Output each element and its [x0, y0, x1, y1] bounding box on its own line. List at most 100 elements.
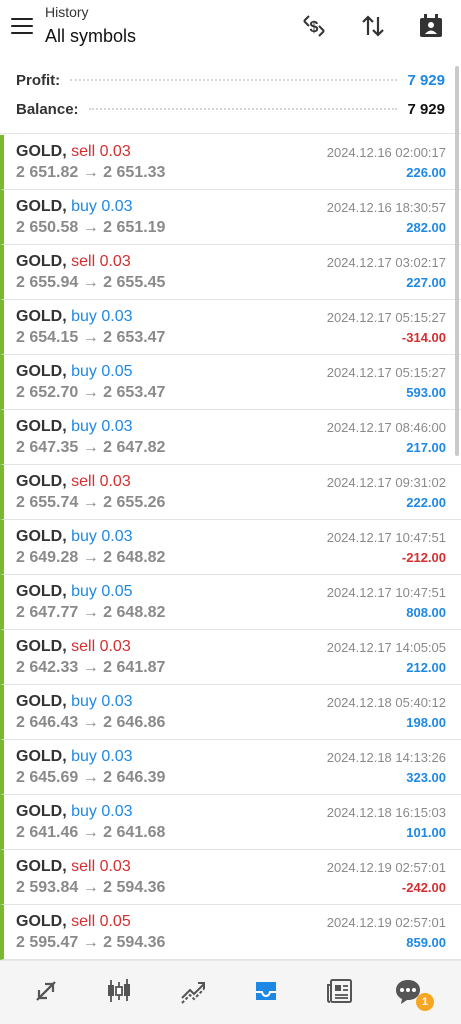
deal-title: GOLD, buy 0.03	[16, 527, 133, 547]
deal-title: GOLD, buy 0.05	[16, 362, 133, 382]
chart-icon[interactable]	[97, 969, 141, 1013]
deal-symbol: GOLD,	[16, 418, 67, 435]
deal-prices: 2 649.28 → 2 648.82	[16, 549, 166, 566]
header-title[interactable]: All symbols	[45, 24, 136, 48]
calendar-icon[interactable]	[415, 10, 447, 42]
deal-type: buy 0.03	[71, 418, 133, 435]
deal-profit: 222.00	[406, 495, 446, 510]
deal-title: GOLD, buy 0.03	[16, 197, 133, 217]
deals-list[interactable]: GOLD, sell 0.03 2 651.82 → 2 651.33 2024.1…	[0, 135, 461, 960]
deal-symbol: GOLD,	[16, 858, 67, 875]
deal-row[interactable]: GOLD, sell 0.05 2 595.47 → 2 594.36 2024.1…	[0, 905, 461, 960]
deal-symbol: GOLD,	[16, 913, 67, 930]
deal-row[interactable]: GOLD, buy 0.03 2 649.28 → 2 648.82 2024.12…	[0, 520, 461, 575]
deal-profit: -314.00	[401, 330, 446, 345]
deal-prices: 2 645.69 → 2 646.39	[16, 769, 166, 786]
deal-profit: 282.00	[406, 220, 446, 235]
profit-label: Profit:	[16, 71, 61, 89]
deal-profit: 212.00	[406, 660, 446, 675]
deal-title: GOLD, buy 0.03	[16, 417, 133, 437]
balance-value: 7 929	[407, 100, 445, 118]
deal-row[interactable]: GOLD, buy 0.05 2 652.70 → 2 653.47 2024.12…	[0, 355, 461, 410]
deal-title: GOLD, sell 0.05	[16, 912, 131, 932]
deal-profit: 808.00	[406, 605, 446, 620]
svg-text:$: $	[310, 19, 319, 36]
chat-icon[interactable]: 1	[386, 969, 434, 1013]
profit-value: 7 929	[407, 71, 445, 89]
deal-prices: 2 652.70 → 2 653.47	[16, 384, 166, 401]
balance-label: Balance:	[16, 100, 79, 118]
deal-row[interactable]: GOLD, sell 0.03 2 651.82 → 2 651.33 2024.1…	[0, 135, 461, 190]
deal-symbol: GOLD,	[16, 143, 67, 160]
deal-row[interactable]: GOLD, sell 0.03 2 655.94 → 2 655.45 2024.1…	[0, 245, 461, 300]
deal-title: GOLD, buy 0.03	[16, 802, 133, 822]
deal-row[interactable]: GOLD, sell 0.03 2 655.74 → 2 655.26 2024.1…	[0, 465, 461, 520]
deal-profit: 198.00	[406, 715, 446, 730]
deal-prices: 2 655.74 → 2 655.26	[16, 494, 166, 511]
account-summary: Profit: 7 929 Balance: 7 929	[0, 62, 461, 134]
deal-symbol: GOLD,	[16, 583, 67, 600]
deal-row[interactable]: GOLD, buy 0.03 2 641.46 → 2 641.68 2024.12…	[0, 795, 461, 850]
deal-prices: 2 650.58 → 2 651.19	[16, 219, 166, 236]
deal-symbol: GOLD,	[16, 528, 67, 545]
deal-type: buy 0.03	[71, 308, 133, 325]
deal-symbol: GOLD,	[16, 253, 67, 270]
deal-prices: 2 595.47 → 2 594.36	[16, 934, 166, 951]
deal-profit: 217.00	[406, 440, 446, 455]
deal-type: sell 0.03	[71, 253, 131, 270]
deal-profit: 101.00	[406, 825, 446, 840]
deal-symbol: GOLD,	[16, 803, 67, 820]
deal-time: 2024.12.17 10:47:51	[326, 585, 446, 600]
sort-icon[interactable]	[357, 10, 389, 42]
deal-title: GOLD, sell 0.03	[16, 472, 131, 492]
deal-symbol: GOLD,	[16, 308, 67, 325]
deal-type: buy 0.05	[71, 363, 133, 380]
deal-row[interactable]: GOLD, buy 0.03 2 650.58 → 2 651.19 2024.12…	[0, 190, 461, 245]
dollar-swap-icon[interactable]: $	[298, 10, 330, 42]
deal-prices: 2 647.77 → 2 648.82	[16, 604, 166, 621]
deal-title: GOLD, sell 0.03	[16, 252, 131, 272]
deal-title: GOLD, sell 0.03	[16, 857, 131, 877]
menu-icon[interactable]	[10, 15, 34, 37]
quotes-icon[interactable]	[24, 969, 68, 1013]
deal-title: GOLD, sell 0.03	[16, 142, 131, 162]
deal-row[interactable]: GOLD, buy 0.05 2 647.77 → 2 648.82 2024.12…	[0, 575, 461, 630]
deal-row[interactable]: GOLD, sell 0.03 2 642.33 → 2 641.87 2024.1…	[0, 630, 461, 685]
deal-time: 2024.12.16 18:30:57	[326, 200, 446, 215]
deal-time: 2024.12.17 05:15:27	[326, 365, 446, 380]
deal-prices: 2 642.33 → 2 641.87	[16, 659, 166, 676]
bottom-navigation: 1	[0, 960, 461, 1024]
deal-profit: 226.00	[406, 165, 446, 180]
dotted-leader	[88, 108, 398, 110]
deal-row[interactable]: GOLD, buy 0.03 2 654.15 → 2 653.47 2024.12…	[0, 300, 461, 355]
chat-badge: 1	[416, 993, 434, 1011]
deal-symbol: GOLD,	[16, 693, 67, 710]
deal-row[interactable]: GOLD, buy 0.03 2 647.35 → 2 647.82 2024.12…	[0, 410, 461, 465]
deal-profit: -242.00	[401, 880, 446, 895]
deal-row[interactable]: GOLD, buy 0.03 2 645.69 → 2 646.39 2024.12…	[0, 740, 461, 795]
deal-prices: 2 593.84 → 2 594.36	[16, 879, 166, 896]
scrollbar[interactable]	[455, 66, 459, 456]
dotted-leader	[70, 79, 398, 81]
deal-time: 2024.12.17 05:15:27	[326, 310, 446, 325]
history-icon[interactable]	[244, 969, 288, 1013]
deal-prices: 2 647.35 → 2 647.82	[16, 439, 166, 456]
news-icon[interactable]	[318, 969, 362, 1013]
deal-row[interactable]: GOLD, sell 0.03 2 593.84 → 2 594.36 2024.1…	[0, 850, 461, 905]
deal-profit: 227.00	[406, 275, 446, 290]
deal-symbol: GOLD,	[16, 363, 67, 380]
deal-type: buy 0.03	[71, 803, 133, 820]
trade-icon[interactable]	[171, 969, 215, 1013]
deal-title: GOLD, buy 0.03	[16, 692, 133, 712]
header-titles: History All symbols	[45, 4, 136, 48]
deal-time: 2024.12.16 02:00:17	[326, 145, 446, 160]
deal-profit: 593.00	[406, 385, 446, 400]
deal-time: 2024.12.17 14:05:05	[326, 640, 446, 655]
deal-title: GOLD, buy 0.03	[16, 747, 133, 767]
deal-prices: 2 655.94 → 2 655.45	[16, 274, 166, 291]
deal-profit: 859.00	[406, 935, 446, 950]
deal-symbol: GOLD,	[16, 198, 67, 215]
deal-row[interactable]: GOLD, buy 0.03 2 646.43 → 2 646.86 2024.12…	[0, 685, 461, 740]
deal-time: 2024.12.18 16:15:03	[326, 805, 446, 820]
deal-profit: 323.00	[406, 770, 446, 785]
